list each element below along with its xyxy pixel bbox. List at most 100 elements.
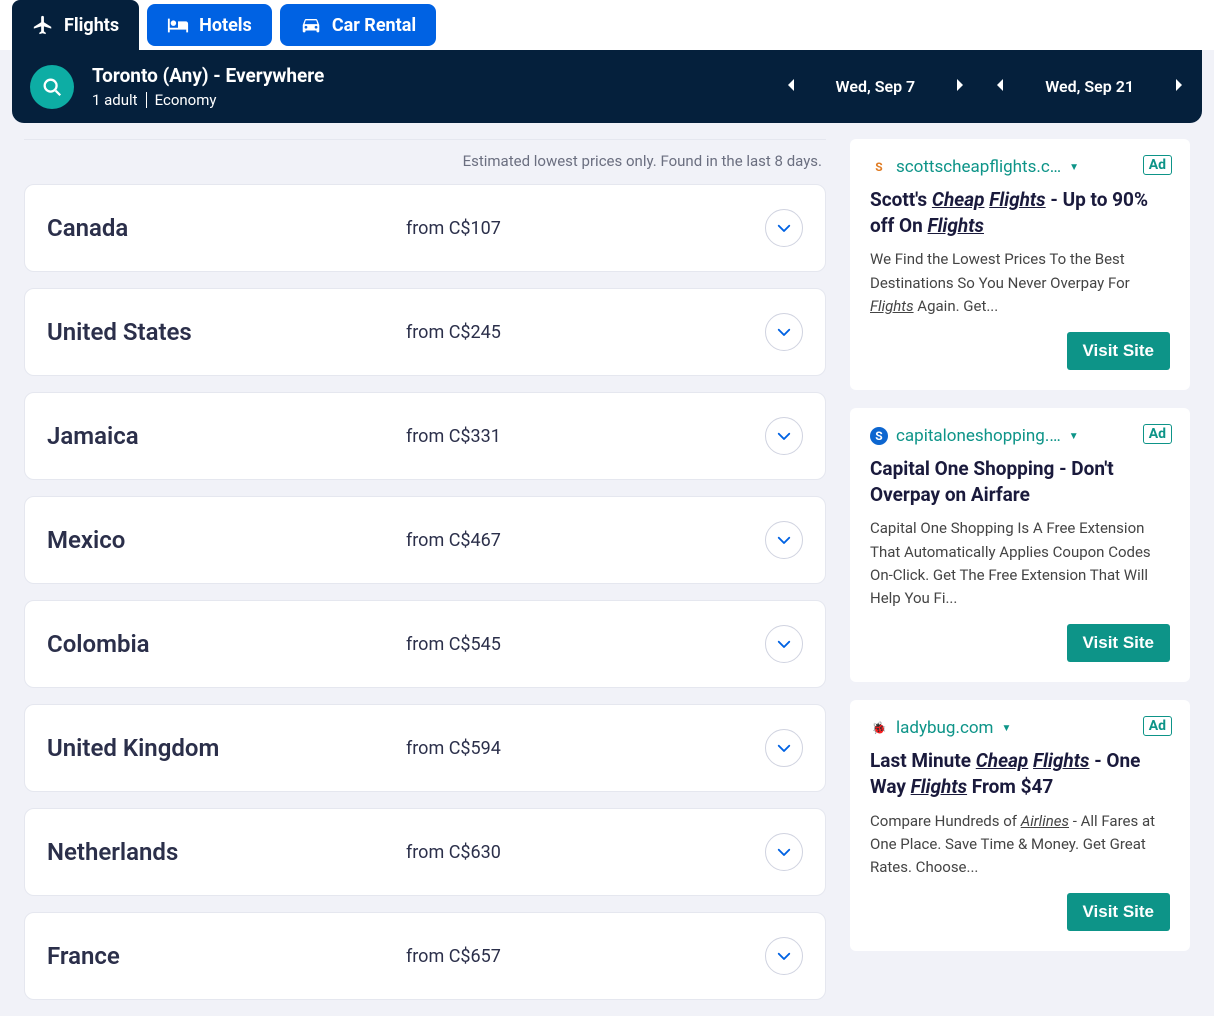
chevron-down-icon bbox=[775, 947, 793, 965]
chevron-down-icon: ▼ bbox=[1069, 431, 1079, 442]
chevron-down-icon: ▼ bbox=[1069, 162, 1079, 173]
chevron-down-icon bbox=[775, 323, 793, 341]
ads-column: Ad Sscottscheapflights.c… ▼ Scott's Cheap F… bbox=[850, 139, 1190, 1016]
ad-domain[interactable]: 🐞 ladybug.com ▼ bbox=[870, 718, 1170, 738]
ad-body: We Find the Lowest Prices To the Best De… bbox=[870, 248, 1170, 318]
ad-badge: Ad bbox=[1143, 716, 1172, 736]
ad-favicon-icon: 🐞 bbox=[870, 719, 888, 737]
chevron-down-icon bbox=[775, 739, 793, 757]
search-button[interactable] bbox=[30, 65, 74, 109]
category-tabs: Flights Hotels Car Rental bbox=[0, 0, 1214, 50]
result-country: Colombia bbox=[47, 630, 406, 658]
ad-domain-text: scottscheapflights.c… bbox=[896, 157, 1061, 177]
caret-right-icon bbox=[1174, 78, 1184, 92]
result-price: from C$467 bbox=[406, 530, 765, 551]
result-row[interactable]: Netherlandsfrom C$630 bbox=[24, 808, 826, 896]
result-country: France bbox=[47, 942, 406, 970]
tab-flights-label: Flights bbox=[64, 15, 119, 36]
expand-button[interactable] bbox=[765, 209, 803, 247]
expand-button[interactable] bbox=[765, 417, 803, 455]
ad-domain[interactable]: Scapitaloneshopping.… ▼ bbox=[870, 426, 1170, 446]
result-country: Canada bbox=[47, 214, 406, 242]
tab-hotels-label: Hotels bbox=[199, 15, 252, 36]
result-row[interactable]: Canadafrom C$107 bbox=[24, 184, 826, 272]
ad-body: Capital One Shopping Is A Free Extension… bbox=[870, 517, 1170, 610]
search-info[interactable]: Toronto (Any) - Everywhere 1 adult Econo… bbox=[92, 64, 786, 109]
result-price: from C$657 bbox=[406, 946, 765, 967]
result-country: United States bbox=[47, 318, 406, 346]
chevron-down-icon bbox=[775, 427, 793, 445]
car-icon bbox=[300, 14, 322, 36]
results-list: Canadafrom C$107 United Statesfrom C$245 J… bbox=[24, 184, 826, 1000]
visit-site-button[interactable]: Visit Site bbox=[1067, 893, 1171, 931]
ad-domain[interactable]: Sscottscheapflights.c…▼ bbox=[870, 157, 1170, 177]
return-date[interactable]: Wed, Sep 21 bbox=[1045, 77, 1134, 96]
result-row[interactable]: Francefrom C$657 bbox=[24, 912, 826, 1000]
ad-title: Last Minute Cheap Flights - One Way Flig… bbox=[870, 748, 1170, 799]
expand-button[interactable] bbox=[765, 313, 803, 351]
plane-icon bbox=[32, 14, 54, 36]
result-price: from C$594 bbox=[406, 738, 765, 759]
result-country: Mexico bbox=[47, 526, 406, 554]
result-price: from C$245 bbox=[406, 322, 765, 343]
ad-domain-text: ladybug.com bbox=[896, 718, 993, 738]
expand-button[interactable] bbox=[765, 521, 803, 559]
main-content: Estimated lowest prices only. Found in t… bbox=[0, 123, 1214, 1016]
search-icon bbox=[41, 76, 63, 98]
expand-button[interactable] bbox=[765, 937, 803, 975]
ad-domain-text: capitaloneshopping.… bbox=[896, 426, 1061, 446]
price-disclaimer: Estimated lowest prices only. Found in t… bbox=[24, 139, 826, 184]
chevron-down-icon bbox=[775, 843, 793, 861]
result-row[interactable]: Mexicofrom C$467 bbox=[24, 496, 826, 584]
bed-icon bbox=[167, 14, 189, 36]
result-country: Jamaica bbox=[47, 422, 406, 450]
outbound-date-group: Wed, Sep 7 bbox=[786, 77, 966, 96]
return-next[interactable] bbox=[1174, 77, 1184, 96]
ad-title: Scott's Cheap Flights - Up to 90% off On… bbox=[870, 187, 1170, 238]
search-meta: 1 adult Economy bbox=[92, 91, 786, 109]
ad-title: Capital One Shopping - Don't Overpay on … bbox=[870, 456, 1170, 507]
search-cabin: Economy bbox=[155, 91, 217, 109]
result-country: Netherlands bbox=[47, 838, 406, 866]
result-row[interactable]: United Statesfrom C$245 bbox=[24, 288, 826, 376]
ad-badge: Ad bbox=[1143, 424, 1172, 444]
chevron-down-icon bbox=[775, 219, 793, 237]
chevron-down-icon bbox=[775, 531, 793, 549]
result-price: from C$545 bbox=[406, 634, 765, 655]
outbound-date[interactable]: Wed, Sep 7 bbox=[836, 77, 916, 96]
return-prev[interactable] bbox=[995, 77, 1005, 96]
search-summary-bar: Toronto (Any) - Everywhere 1 adult Econo… bbox=[12, 50, 1202, 123]
result-price: from C$107 bbox=[406, 218, 765, 239]
tab-hotels[interactable]: Hotels bbox=[147, 4, 272, 46]
ad-favicon-icon: S bbox=[870, 427, 888, 445]
chevron-down-icon: ▼ bbox=[1001, 723, 1011, 734]
outbound-prev[interactable] bbox=[786, 77, 796, 96]
date-picker: Wed, Sep 7 Wed, Sep 21 bbox=[786, 77, 1184, 96]
ad-card[interactable]: AdSscottscheapflights.c…▼Scott's Cheap F… bbox=[850, 139, 1190, 390]
ad-body: Compare Hundreds of Airlines - All Fares… bbox=[870, 810, 1170, 880]
expand-button[interactable] bbox=[765, 833, 803, 871]
result-price: from C$331 bbox=[406, 426, 765, 447]
search-pax: 1 adult bbox=[92, 91, 138, 109]
outbound-next[interactable] bbox=[955, 77, 965, 96]
tab-car-rental-label: Car Rental bbox=[332, 15, 416, 36]
result-country: United Kingdom bbox=[47, 734, 406, 762]
result-row[interactable]: Jamaicafrom C$331 bbox=[24, 392, 826, 480]
visit-site-button[interactable]: Visit Site bbox=[1067, 624, 1171, 662]
tab-car-rental[interactable]: Car Rental bbox=[280, 4, 436, 46]
tab-flights[interactable]: Flights bbox=[12, 0, 139, 50]
search-route: Toronto (Any) - Everywhere bbox=[92, 64, 786, 87]
return-date-group: Wed, Sep 21 bbox=[995, 77, 1184, 96]
caret-right-icon bbox=[955, 78, 965, 92]
meta-divider bbox=[146, 92, 147, 108]
result-row[interactable]: United Kingdomfrom C$594 bbox=[24, 704, 826, 792]
caret-left-icon bbox=[786, 78, 796, 92]
expand-button[interactable] bbox=[765, 625, 803, 663]
expand-button[interactable] bbox=[765, 729, 803, 767]
result-price: from C$630 bbox=[406, 842, 765, 863]
caret-left-icon bbox=[995, 78, 1005, 92]
result-row[interactable]: Colombiafrom C$545 bbox=[24, 600, 826, 688]
results-column: Estimated lowest prices only. Found in t… bbox=[24, 139, 826, 1016]
ad-card[interactable]: Ad Scapitaloneshopping.… ▼ Capital One Shop… bbox=[850, 408, 1190, 682]
visit-site-button[interactable]: Visit Site bbox=[1067, 332, 1171, 370]
